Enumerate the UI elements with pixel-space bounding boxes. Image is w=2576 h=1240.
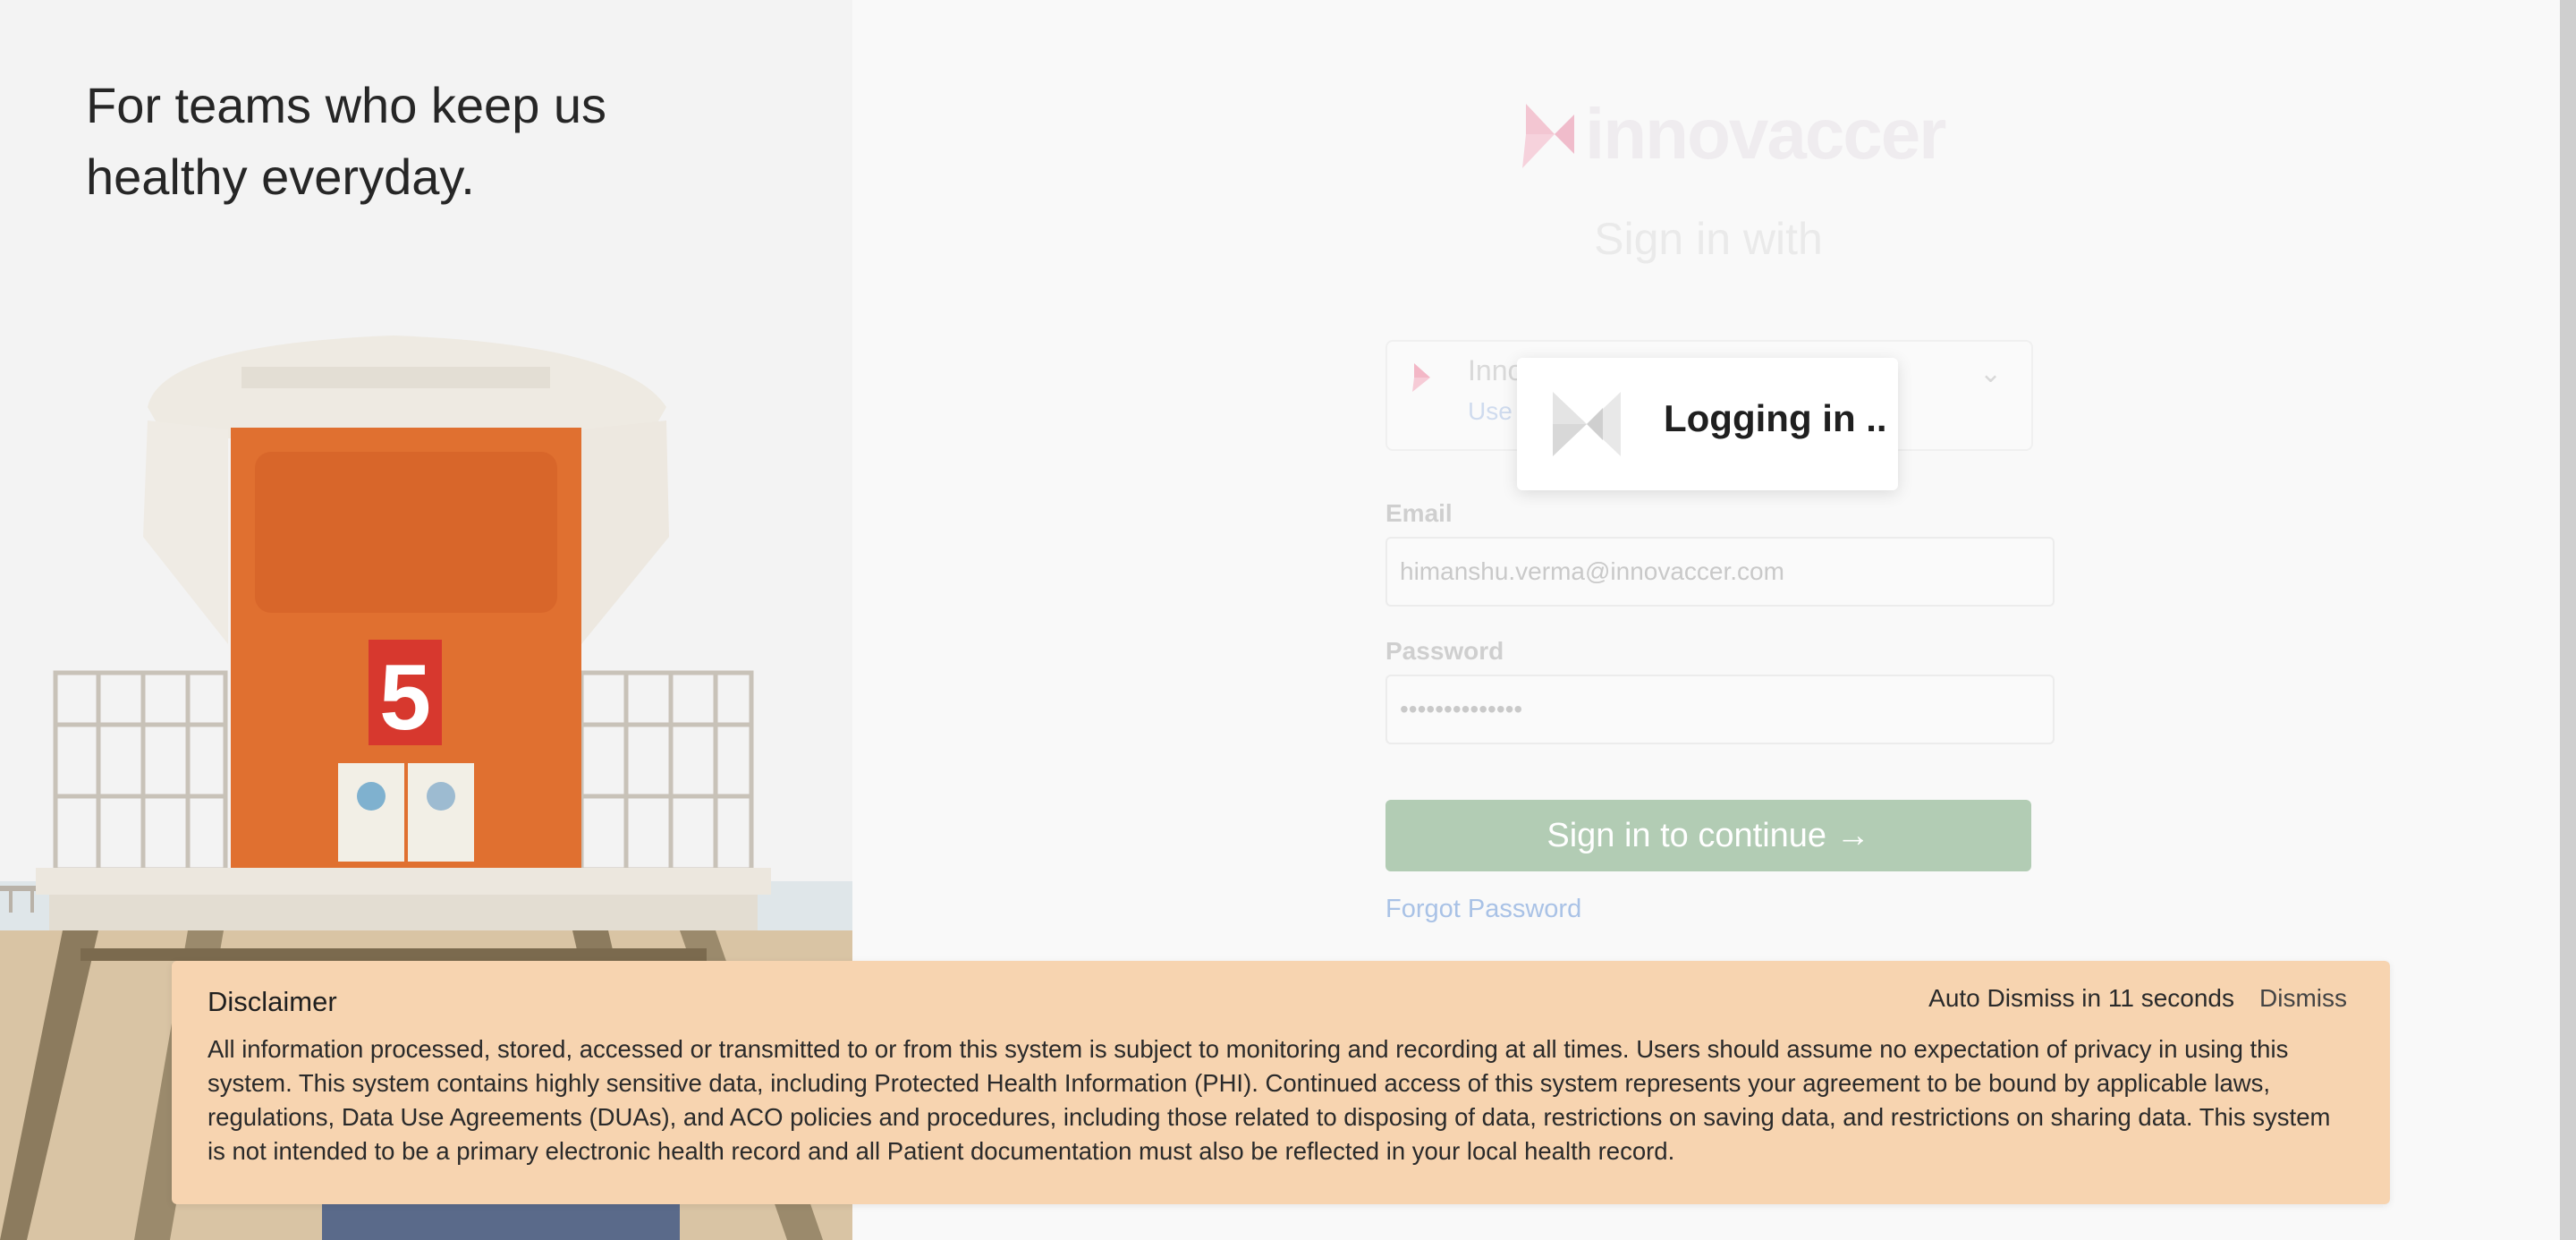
logo-text: innovaccer — [1585, 94, 1946, 174]
brand-logo: innovaccer — [1519, 94, 1946, 174]
dismiss-button[interactable]: Dismiss — [2259, 984, 2347, 1013]
hero-tagline: For teams who keep us healthy everyday. — [86, 70, 766, 213]
provider-name: Inno — [1468, 354, 1524, 386]
provider-use-link[interactable]: Use — [1468, 397, 1513, 426]
chevron-down-icon[interactable]: ⌄ — [1979, 358, 2002, 389]
vertical-scrollbar[interactable] — [2560, 0, 2576, 1240]
logging-in-text: Logging in .. — [1664, 397, 1887, 439]
email-label: Email — [1385, 499, 1453, 527]
disclaimer-text: All information processed, stored, acces… — [208, 1035, 2331, 1165]
sign-in-button[interactable]: Sign in to continue → — [1385, 800, 2031, 871]
email-field[interactable] — [1385, 537, 2055, 607]
tagline-line-1: For teams who keep us — [86, 77, 607, 133]
loading-logo-icon — [1553, 392, 1621, 456]
disclaimer-title: Disclaimer — [208, 986, 337, 1017]
logging-in-toast: Logging in .. — [1517, 358, 1898, 490]
auto-dismiss-timer: Auto Dismiss in 11 seconds — [1928, 984, 2234, 1012]
provider-logo-icon — [1412, 363, 1430, 392]
password-field[interactable] — [1385, 675, 2055, 744]
tagline-line-2: healthy everyday. — [86, 149, 475, 205]
password-label: Password — [1385, 637, 1504, 665]
forgot-password-link[interactable]: Forgot Password — [1385, 895, 1581, 924]
signin-heading: Sign in with — [1594, 214, 1823, 264]
innovaccer-logo-icon — [1522, 104, 1574, 168]
tower-number: 5 — [379, 646, 431, 750]
disclaimer-banner: Disclaimer Auto Dismiss in 11 seconds Di… — [172, 961, 2390, 1204]
